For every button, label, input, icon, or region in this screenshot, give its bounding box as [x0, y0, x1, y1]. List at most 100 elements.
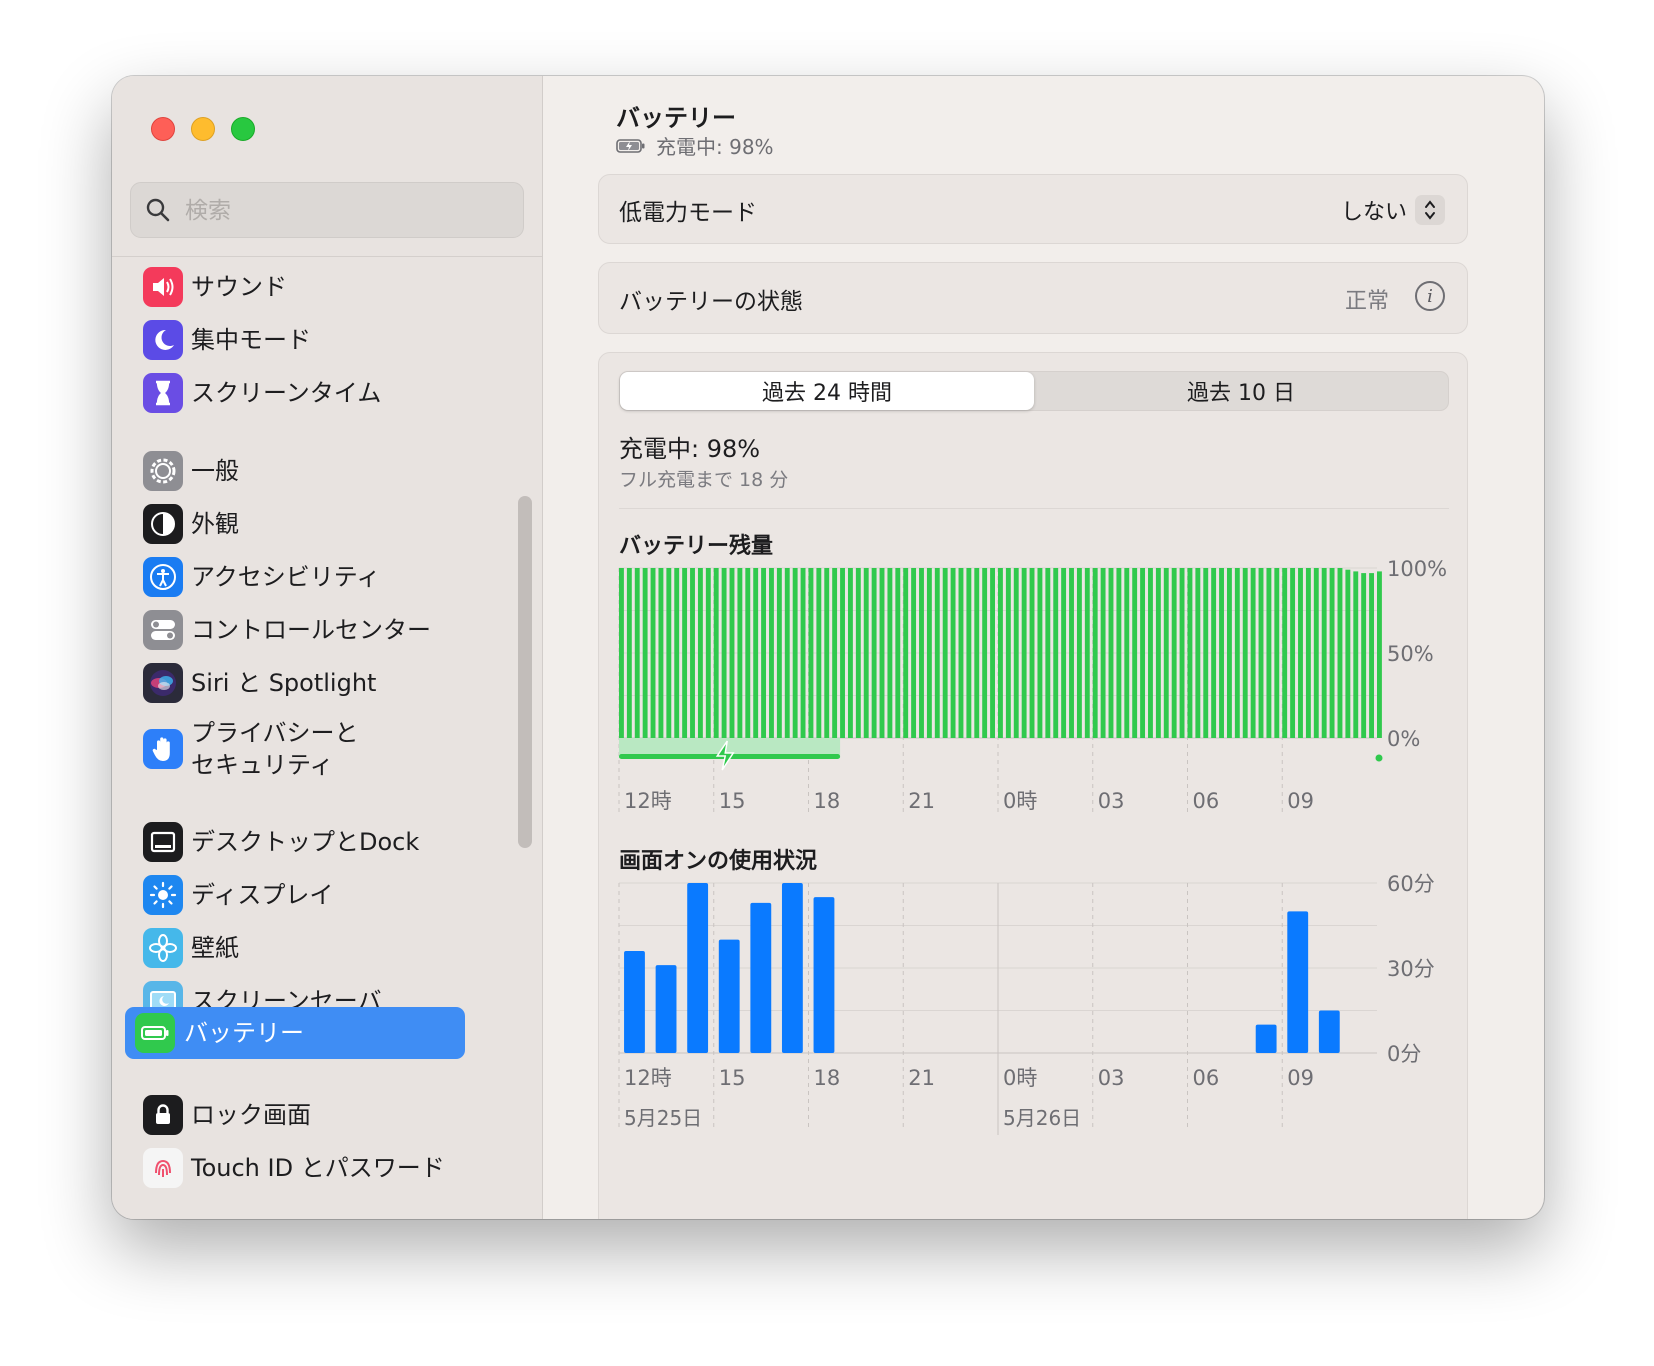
battery-bar	[737, 568, 743, 738]
sidebar-item-displays[interactable]: ディスプレイ	[132, 867, 504, 923]
battery-bar	[919, 568, 924, 738]
accessibility-icon	[143, 557, 183, 597]
sidebar-item-touch-id[interactable]: Touch ID とパスワード	[132, 1140, 504, 1196]
battery-bar	[958, 568, 964, 738]
battery-icon	[135, 1013, 175, 1053]
battery-bar	[690, 568, 695, 738]
battery-bar	[1100, 568, 1106, 738]
battery-bar	[1116, 568, 1122, 738]
battery-bar	[950, 568, 956, 738]
battery-bar	[903, 568, 909, 738]
battery-bar	[634, 568, 640, 738]
tab-10-days[interactable]: 過去 10 日	[1034, 372, 1448, 410]
battery-bar	[1290, 568, 1296, 738]
sidebar-item-control-center[interactable]: コントロールセンター	[132, 602, 504, 658]
y-tick-label: 0分	[1387, 1042, 1421, 1066]
x-tick-label: 03	[1098, 789, 1125, 813]
date-label: 5月26日	[1003, 1106, 1081, 1130]
battery-bar	[1353, 571, 1359, 738]
battery-bar	[1282, 568, 1288, 738]
usage-bar	[687, 883, 709, 1053]
battery-bar	[1171, 568, 1177, 738]
toggles-icon	[143, 610, 183, 650]
sidebar-item-siri[interactable]: Siri と Spotlight	[132, 655, 504, 711]
sidebar-item-focus[interactable]: 集中モード	[132, 312, 504, 368]
fingerprint-icon	[143, 1148, 183, 1188]
sidebar-item-wallpaper[interactable]: 壁紙	[132, 920, 504, 976]
sidebar-item-appearance[interactable]: 外観	[132, 496, 504, 552]
sidebar-item-label: 集中モード	[191, 325, 311, 354]
battery-bar	[1163, 568, 1169, 738]
battery-bar	[1211, 568, 1217, 738]
battery-bar	[1219, 568, 1224, 738]
battery-health-card: バッテリーの状態 正常 i	[598, 262, 1468, 334]
battery-bar	[784, 568, 790, 738]
sidebar-item-label: ロック画面	[191, 1100, 311, 1129]
battery-bar	[934, 568, 940, 738]
close-button[interactable]	[151, 117, 175, 141]
battery-bar	[1013, 568, 1019, 738]
battery-bar	[626, 568, 632, 738]
usage-history-card: 過去 24 時間 過去 10 日 充電中: 98% フル充電まで 18 分 バッ…	[598, 352, 1468, 1219]
x-tick-label: 21	[908, 1066, 935, 1090]
x-tick-label: 21	[908, 789, 935, 813]
sidebar-item-lock-screen[interactable]: ロック画面	[132, 1087, 504, 1143]
minimize-button[interactable]	[191, 117, 215, 141]
charging-battery-icon	[616, 138, 645, 153]
battery-bar	[1345, 569, 1351, 738]
battery-bar	[895, 568, 901, 738]
sidebar-item-label: 外観	[191, 509, 239, 538]
battery-bar	[1069, 568, 1074, 738]
battery-bar	[1140, 568, 1146, 738]
x-tick-label: 15	[719, 789, 746, 813]
sidebar-item-battery[interactable]: バッテリー	[125, 1007, 465, 1059]
x-tick-label: 06	[1193, 789, 1220, 813]
battery-bar	[926, 568, 932, 738]
battery-bar	[792, 568, 798, 738]
low-power-card: 低電力モード しない	[598, 174, 1468, 244]
battery-bar	[705, 568, 711, 738]
popup-stepper-icon[interactable]	[1415, 195, 1445, 225]
sidebar-list[interactable]: サウンド 集中モード スクリーンタイム 一般 外観 アクセシビリティ コントロー…	[112, 257, 542, 1219]
lock-icon	[143, 1095, 183, 1135]
battery-bar	[1076, 568, 1082, 738]
sidebar-item-privacy[interactable]: プライバシーと セキュリティ	[132, 709, 504, 789]
x-tick-label: 09	[1287, 1066, 1314, 1090]
battery-bar	[666, 568, 672, 738]
battery-bar	[1298, 568, 1303, 738]
battery-bar	[1061, 568, 1067, 738]
sidebar-scrollbar[interactable]	[518, 496, 532, 848]
battery-bar	[650, 568, 656, 738]
sidebar-item-sound[interactable]: サウンド	[132, 259, 504, 315]
x-tick-label: 09	[1287, 789, 1314, 813]
sidebar-item-screen-time[interactable]: スクリーンタイム	[132, 365, 504, 421]
battery-bar	[840, 568, 845, 738]
battery-bar	[1377, 571, 1382, 738]
usage-bar	[718, 939, 740, 1053]
x-tick-label: 18	[814, 789, 841, 813]
low-power-value[interactable]: しない	[1341, 194, 1407, 226]
sidebar-item-desktop-dock[interactable]: デスクトップとDock	[132, 814, 504, 870]
info-icon[interactable]: i	[1415, 281, 1445, 311]
zoom-button[interactable]	[231, 117, 255, 141]
search-field[interactable]	[130, 182, 524, 238]
sidebar-item-accessibility[interactable]: アクセシビリティ	[132, 549, 504, 605]
battery-bar	[1148, 568, 1153, 738]
charge-note: フル充電まで 18 分	[619, 469, 789, 491]
battery-bar	[776, 568, 782, 738]
battery-bar	[1021, 568, 1027, 738]
tab-24-hours[interactable]: 過去 24 時間	[620, 372, 1034, 410]
sidebar-item-general[interactable]: 一般	[132, 443, 504, 499]
charge-status: 充電中: 98%	[619, 435, 761, 463]
battery-bar	[1092, 568, 1098, 738]
sidebar-item-label: デスクトップとDock	[191, 827, 420, 856]
time-range-segmented-control[interactable]: 過去 24 時間 過去 10 日	[619, 371, 1449, 411]
search-input[interactable]	[183, 193, 507, 229]
battery-bar	[1084, 568, 1090, 738]
x-tick-label: 0時	[1003, 1066, 1037, 1090]
usage-bar	[781, 883, 803, 1053]
battery-bar	[871, 568, 877, 738]
battery-bar	[1274, 568, 1280, 738]
y-tick-label: 30分	[1387, 957, 1435, 981]
battery-bar	[1305, 568, 1311, 738]
